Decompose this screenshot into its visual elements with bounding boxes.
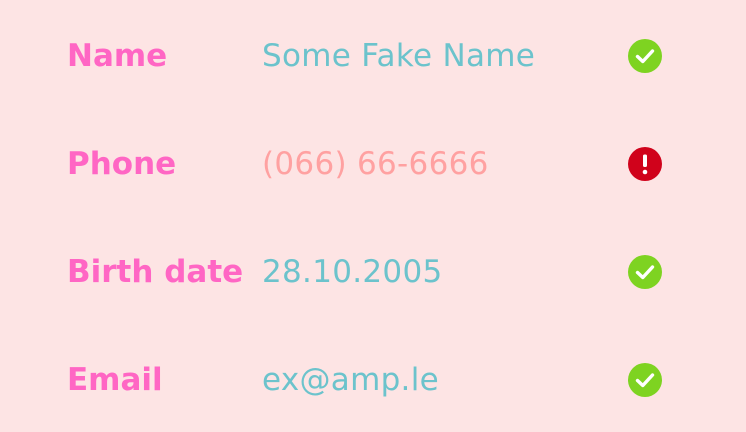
check-circle-icon — [628, 255, 662, 289]
check-circle-icon — [628, 39, 662, 73]
field-row-name: Name Some Fake Name — [0, 28, 746, 84]
phone-field[interactable]: (066) 66-6666 — [262, 136, 489, 192]
field-row-email: Email ex@amp.le — [0, 352, 746, 408]
email-field[interactable]: ex@amp.le — [262, 352, 439, 408]
field-row-phone: Phone (066) 66-6666 — [0, 136, 746, 192]
birth-date-field[interactable]: 28.10.2005 — [262, 244, 443, 300]
check-circle-icon — [628, 363, 662, 397]
exclamation-circle-icon — [628, 147, 662, 181]
name-label: Name — [67, 38, 168, 74]
phone-label: Phone — [67, 146, 177, 182]
birth-date-label: Birth date — [67, 254, 244, 290]
field-row-birth-date: Birth date 28.10.2005 — [0, 244, 746, 300]
contact-form: Name Some Fake Name Phone (066) 66-6666 … — [0, 0, 746, 432]
name-field[interactable]: Some Fake Name — [262, 28, 535, 84]
email-label: Email — [67, 362, 163, 398]
